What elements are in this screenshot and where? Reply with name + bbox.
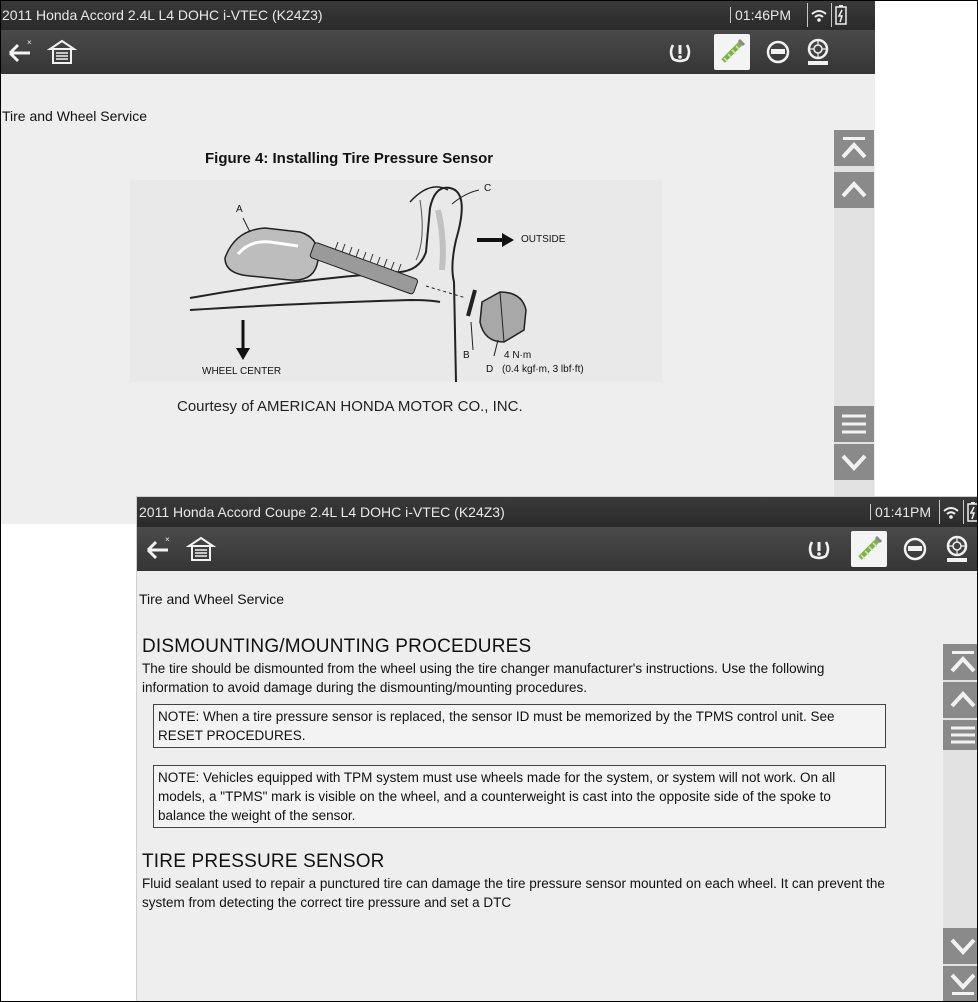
heading-dismounting: DISMOUNTING/MOUNTING PROCEDURES [142, 636, 532, 657]
scroll-top-button[interactable] [834, 130, 874, 166]
screen-text-view: 2011 Honda Accord Coupe 2.4L L4 DOHC i-V… [137, 497, 978, 1002]
svg-text:×: × [165, 535, 170, 544]
status-bar: 2011 Honda Accord 2.4L L4 DOHC i-VTEC (K… [0, 0, 875, 30]
scroll-thumb[interactable] [834, 406, 874, 442]
toolbar: × [0, 30, 875, 74]
wifi-icon [807, 3, 830, 27]
tire-icon[interactable] [941, 533, 973, 565]
label-outside: OUTSIDE [521, 234, 566, 245]
screen-figure-view: 2011 Honda Accord 2.4L L4 DOHC i-VTEC (K… [0, 0, 875, 524]
status-bar: 2011 Honda Accord Coupe 2.4L L4 DOHC i-V… [137, 497, 978, 527]
battery-icon [963, 500, 978, 524]
vehicle-title: 2011 Honda Accord 2.4L L4 DOHC i-VTEC (K… [2, 7, 323, 23]
wifi-icon [939, 500, 962, 524]
tpms-warning-icon[interactable] [664, 36, 696, 68]
battery-icon [831, 3, 850, 27]
scroll-up-button[interactable] [834, 172, 874, 208]
scroll-up-button[interactable] [943, 682, 978, 718]
label-d: D [486, 364, 494, 375]
figure-title: Figure 4: Installing Tire Pressure Senso… [205, 150, 494, 167]
scroll-bottom-button[interactable] [943, 966, 978, 1002]
vehicle-title: 2011 Honda Accord Coupe 2.4L L4 DOHC i-V… [139, 504, 505, 520]
tire-icon[interactable] [802, 36, 834, 68]
tool-icon[interactable] [714, 34, 750, 70]
paragraph-dismounting: The tire should be dismounted from the w… [142, 661, 825, 695]
note-tpm-wheels: NOTE: Vehicles equipped with TPM system … [153, 765, 886, 828]
paragraph-tire-pressure-sensor: Fluid sealant used to repair a punctured… [142, 876, 885, 910]
scroll-down-button[interactable] [943, 928, 978, 964]
toolbar: × [137, 527, 978, 571]
scroll-down-button[interactable] [834, 444, 874, 480]
label-torque: 4 N·m [504, 350, 532, 361]
back-arrow-icon[interactable]: × [142, 533, 174, 565]
heading-tire-pressure-sensor: TIRE PRESSURE SENSOR [142, 851, 385, 872]
home-icon[interactable] [185, 533, 217, 565]
label-torque-alt: (0.4 kgf·m, 3 lbf·ft) [502, 364, 584, 375]
sensor-icon[interactable] [762, 36, 794, 68]
scroll-top-button[interactable] [943, 644, 978, 680]
clock: 01:41PM [870, 504, 931, 520]
clock: 01:46PM [730, 7, 791, 23]
scrollbar[interactable] [943, 644, 978, 1002]
label-wheel-center: WHEEL CENTER [202, 366, 282, 377]
back-arrow-icon[interactable]: × [4, 36, 36, 68]
section-title: Tire and Wheel Service [2, 108, 147, 124]
tpms-warning-icon[interactable] [803, 533, 835, 565]
sensor-icon[interactable] [899, 533, 931, 565]
note-sensor-id: NOTE: When a tire pressure sensor is rep… [153, 704, 886, 748]
scroll-thumb[interactable] [943, 720, 978, 750]
sensor-diagram: A C OUTSIDE B 4 N·m D (0.4 kgf·m, 3 lbf·… [130, 180, 662, 383]
sensor-diagram-art [189, 186, 527, 383]
tool-icon[interactable] [851, 531, 887, 567]
label-c: C [484, 183, 492, 194]
scrollbar[interactable] [834, 130, 874, 524]
document-content: DISMOUNTING/MOUNTING PROCEDURES The tire… [142, 635, 894, 912]
section-title: Tire and Wheel Service [139, 591, 284, 607]
home-icon[interactable] [46, 36, 78, 68]
figure-caption: Courtesy of AMERICAN HONDA MOTOR CO., IN… [177, 398, 523, 415]
svg-text:×: × [27, 38, 32, 47]
label-b: B [463, 350, 470, 361]
label-a: A [236, 204, 243, 215]
